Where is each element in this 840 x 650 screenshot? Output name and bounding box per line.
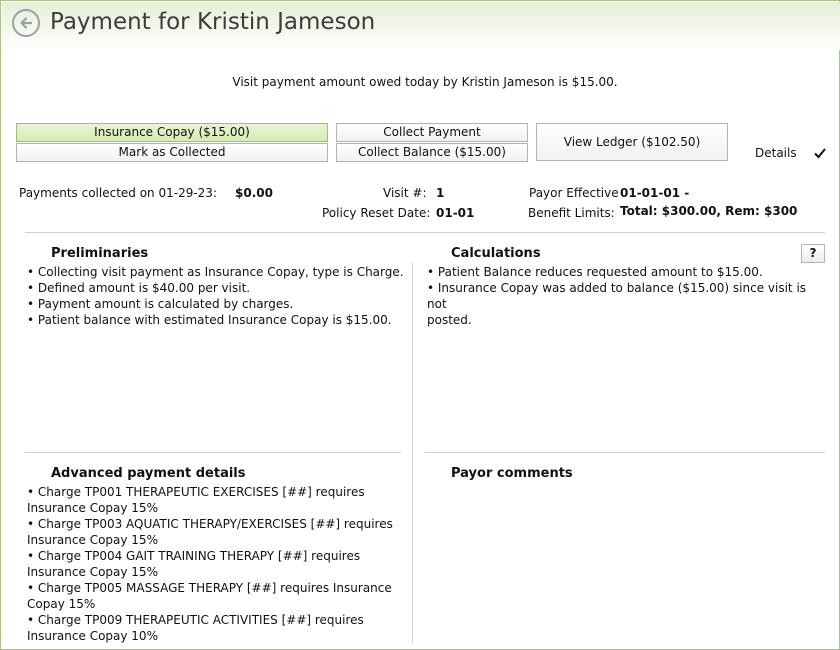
amount-owed-message: Visit payment amount owed today by Krist… <box>232 75 618 89</box>
divider-left-middle <box>25 452 401 453</box>
title-bar: Payment for Kristin Jameson <box>2 2 840 50</box>
list-item: • Charge TP004 GAIT TRAINING THERAPY [##… <box>27 549 361 563</box>
payment-window: Payment for Kristin Jameson Visit paymen… <box>0 0 840 650</box>
view-ledger-button[interactable]: View Ledger ($102.50) <box>536 123 728 161</box>
list-item: • Collecting visit payment as Insurance … <box>27 265 404 279</box>
divider-vertical <box>412 263 413 643</box>
advanced-payment-title: Advanced payment details <box>51 466 246 481</box>
collect-balance-button[interactable]: Collect Balance ($15.00) <box>336 143 528 162</box>
benefit-limits-label: Benefit Limits: <box>528 206 615 220</box>
payments-collected-value: $0.00 <box>235 186 273 200</box>
list-item: • Insurance Copay was added to balance (… <box>427 281 807 311</box>
list-item: Insurance Copay 15% <box>27 501 158 515</box>
visit-number-value: 1 <box>436 186 445 200</box>
details-label: Details <box>755 146 797 160</box>
advanced-payment-list: • Charge TP001 THERAPEUTIC EXERCISES [##… <box>27 484 407 644</box>
benefit-limits-value: Total: $300.00, Rem: $300 <box>620 204 798 218</box>
list-item: • Charge TP005 MASSAGE THERAPY [##] requ… <box>27 581 392 595</box>
list-item: Copay 15% <box>27 597 96 611</box>
payor-effective-label: Payor Effective <box>529 186 619 200</box>
list-item: Insurance Copay 15% <box>27 533 158 547</box>
list-item: • Charge TP003 AQUATIC THERAPY/EXERCISES… <box>27 517 393 531</box>
payor-comments-title: Payor comments <box>451 466 573 481</box>
mark-as-collected-button[interactable]: Mark as Collected <box>16 143 328 162</box>
visit-number-label: Visit #: <box>383 186 427 200</box>
calculations-title: Calculations <box>451 246 541 261</box>
list-item: • Charge TP001 THERAPEUTIC EXERCISES [##… <box>27 485 365 499</box>
back-arrow-icon <box>20 17 33 29</box>
back-button[interactable] <box>12 9 40 37</box>
help-button[interactable]: ? <box>801 244 825 263</box>
policy-reset-label: Policy Reset Date: <box>322 206 431 220</box>
list-item: Insurance Copay 10% <box>27 629 158 643</box>
collect-payment-button[interactable]: Collect Payment <box>336 123 528 142</box>
list-item: posted. <box>427 313 472 327</box>
preliminaries-title: Preliminaries <box>51 246 149 261</box>
payments-collected-label: Payments collected on 01-29-23: <box>19 186 217 200</box>
checkmark-icon <box>814 148 826 159</box>
list-item: • Patient balance with estimated Insuran… <box>27 313 392 327</box>
details-checkbox[interactable] <box>813 146 827 160</box>
list-item: • Payment amount is calculated by charge… <box>27 297 294 311</box>
list-item: • Charge TP009 THERAPEUTIC ACTIVITIES [#… <box>27 613 364 627</box>
insurance-copay-button[interactable]: Insurance Copay ($15.00) <box>16 123 328 142</box>
payor-effective-value: 01-01-01 - <box>620 186 690 200</box>
preliminaries-list: • Collecting visit payment as Insurance … <box>27 264 407 328</box>
list-item: • Patient Balance reduces requested amou… <box>427 265 763 279</box>
calculations-list: • Patient Balance reduces requested amou… <box>427 264 827 328</box>
list-item: • Defined amount is $40.00 per visit. <box>27 281 251 295</box>
divider-top <box>25 232 825 233</box>
page-title: Payment for Kristin Jameson <box>50 9 376 35</box>
policy-reset-value: 01-01 <box>436 206 475 220</box>
list-item: Insurance Copay 15% <box>27 565 158 579</box>
divider-right-middle <box>425 452 825 453</box>
